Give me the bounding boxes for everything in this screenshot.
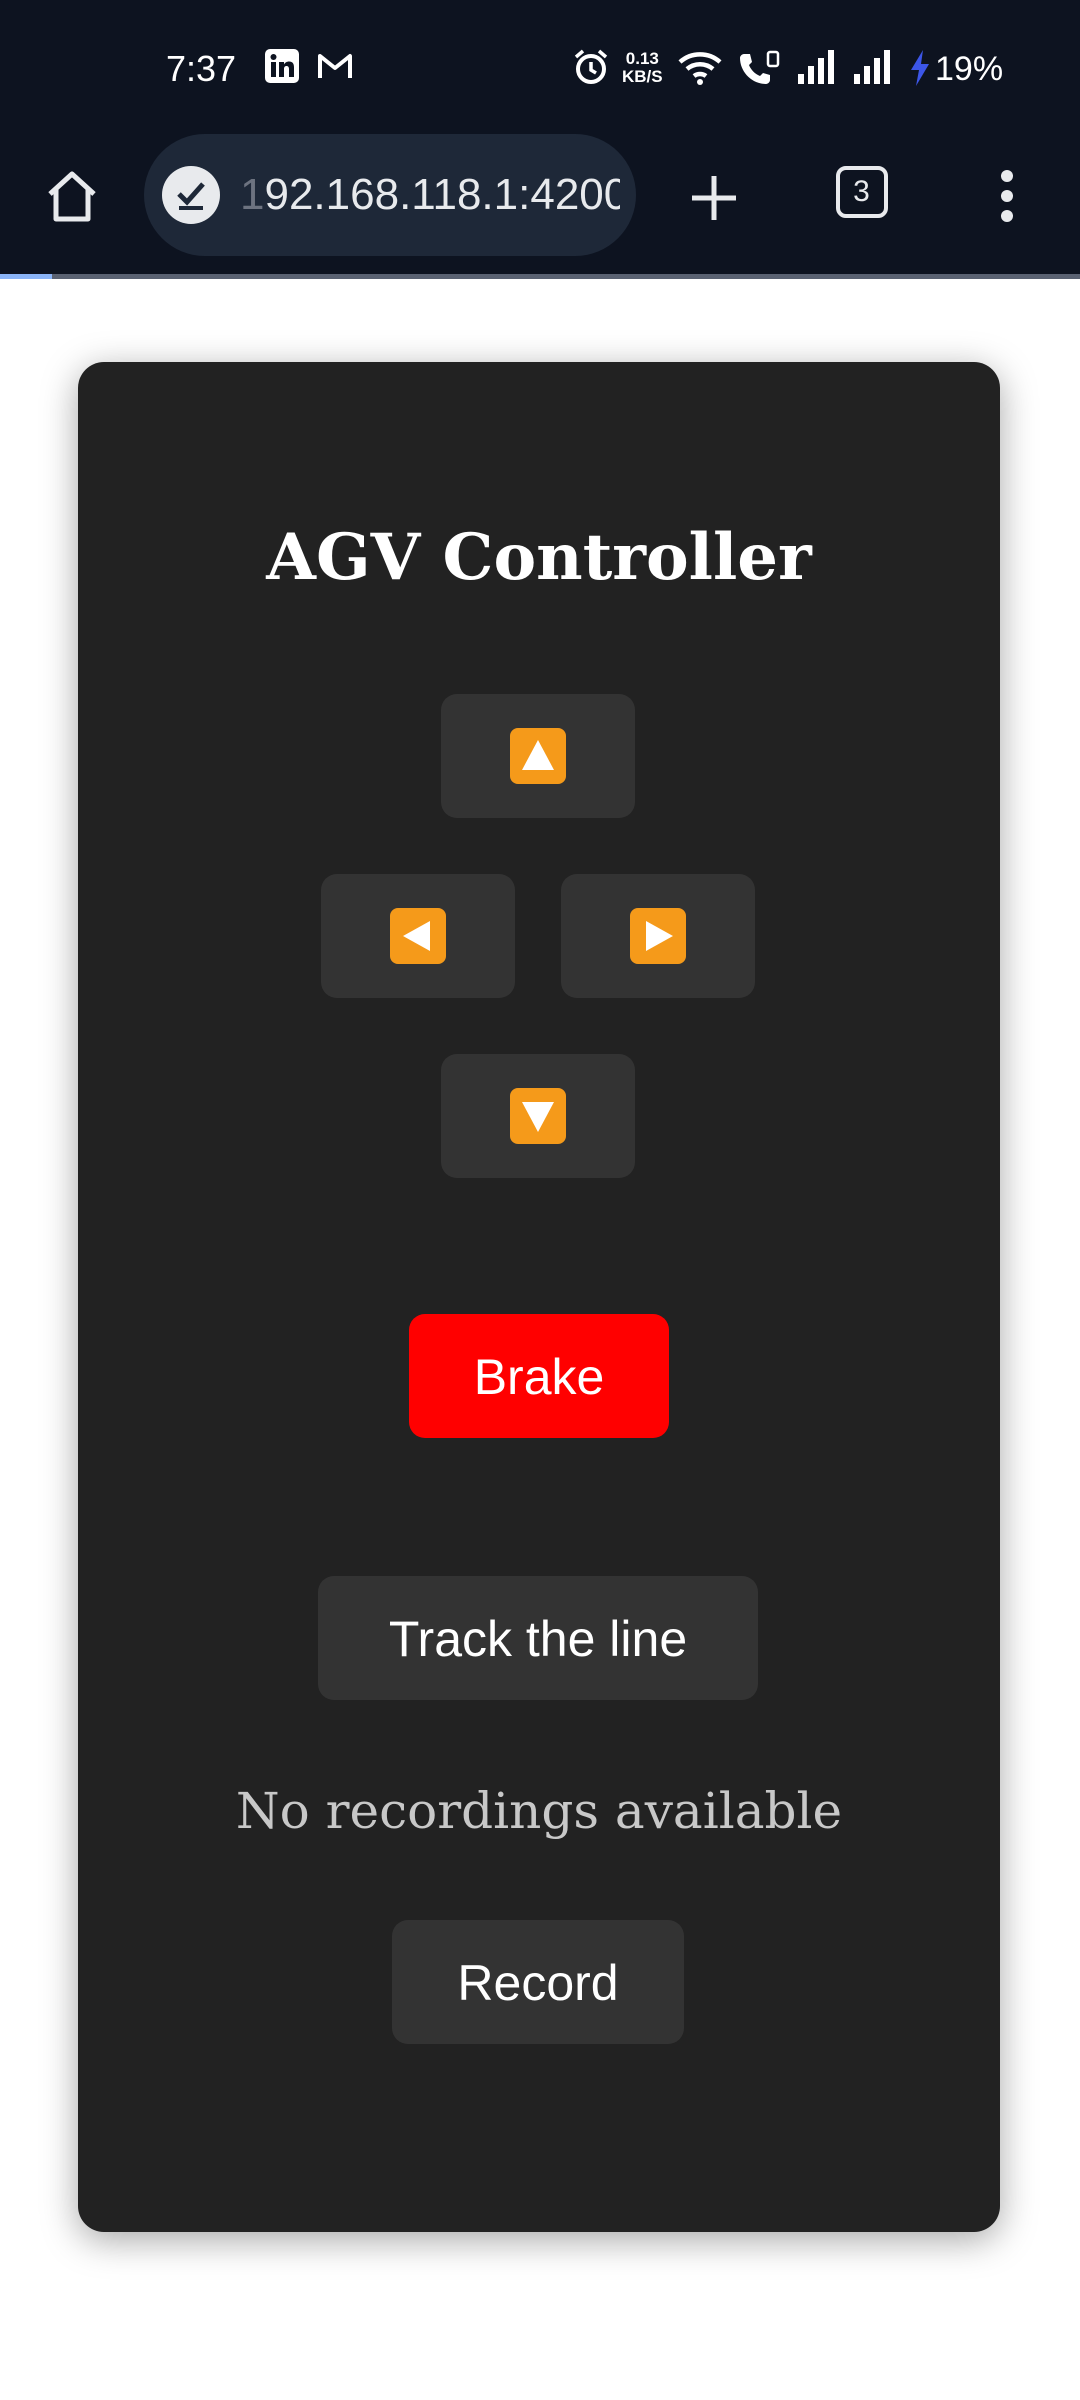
right-arrow-icon [630, 908, 686, 964]
home-icon[interactable] [40, 164, 104, 228]
track-line-button[interactable]: Track the line [318, 1576, 758, 1700]
record-button[interactable]: Record [392, 1920, 684, 2044]
gmail-icon [318, 54, 352, 78]
url-main: 92.168.118.1:4200 [264, 170, 620, 219]
url-text[interactable]: 192.168.118.1:4200 [240, 134, 620, 256]
left-arrow-icon [390, 908, 446, 964]
controller-card: AGV Controller Brake Track the line No r… [78, 362, 1000, 2232]
alarm-icon [574, 49, 608, 84]
right-button[interactable] [561, 874, 755, 998]
wifi-icon [678, 52, 722, 85]
up-arrow-icon [510, 728, 566, 784]
progress-fill [0, 274, 52, 279]
tabs-button[interactable]: 3 [836, 166, 888, 218]
browser-toolbar: 192.168.118.1:4200 3 [0, 130, 1080, 276]
network-speed-value: 0.13 [625, 49, 659, 68]
status-bar: 7:37 0.13 KB/S 19% [0, 0, 1080, 130]
signal-icon [798, 50, 834, 84]
charging-icon [911, 50, 929, 86]
linkedin-icon [265, 49, 299, 83]
brake-button[interactable]: Brake [409, 1314, 669, 1438]
status-time: 7:37 [166, 48, 237, 89]
address-bar[interactable]: 192.168.118.1:4200 [144, 134, 636, 256]
left-button[interactable] [321, 874, 515, 998]
site-info-icon[interactable] [162, 166, 220, 224]
wifi-calling-icon [740, 50, 780, 84]
network-speed-unit: KB/S [622, 67, 663, 86]
page-title: AGV Controller [266, 520, 812, 595]
down-arrow-icon [510, 1088, 566, 1144]
no-recordings-text: No recordings available [235, 1782, 843, 1840]
url-faded-prefix: 1 [240, 170, 265, 219]
page-load-progress [0, 274, 1080, 279]
tab-count: 3 [853, 175, 870, 208]
battery-percentage: 19% [935, 50, 1004, 88]
plus-icon[interactable] [684, 168, 744, 228]
up-button[interactable] [441, 694, 635, 818]
more-icon[interactable] [990, 166, 1024, 226]
network-speed: 0.13 KB/S [622, 50, 663, 86]
down-button[interactable] [441, 1054, 635, 1178]
signal-icon [854, 50, 890, 84]
